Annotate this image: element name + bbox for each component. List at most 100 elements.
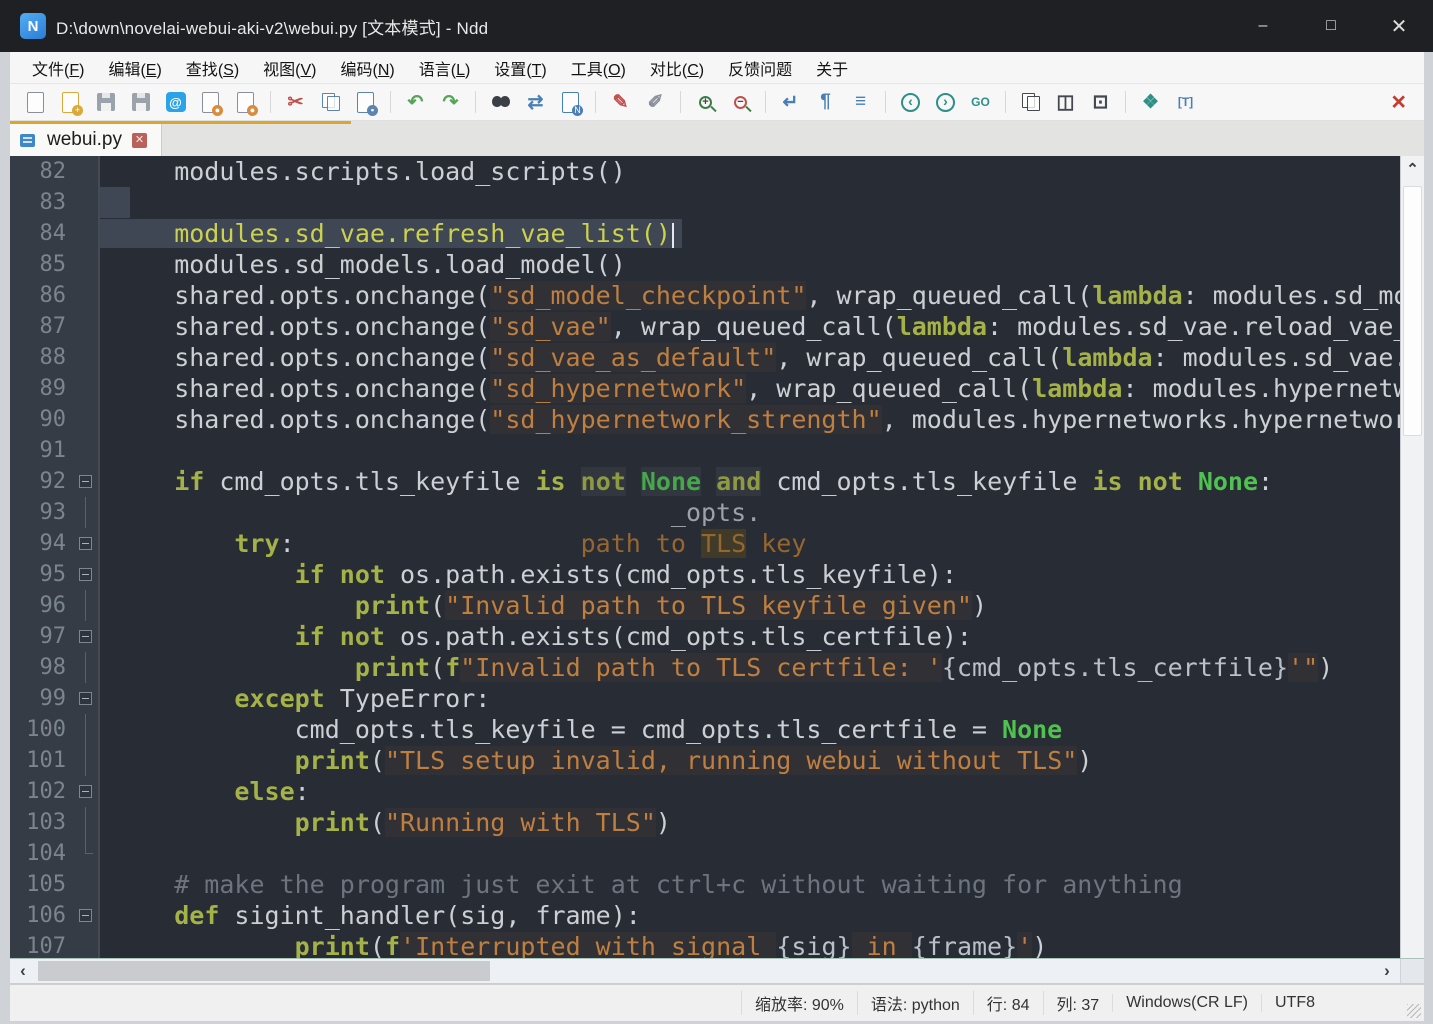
code-text[interactable]: modules.sd_models.load_model() [100, 249, 1400, 280]
edit-mode-icon[interactable]: @ [159, 88, 192, 116]
paste-icon[interactable]: ▪ [349, 88, 382, 116]
fold-toggle-icon[interactable] [74, 528, 100, 559]
scroll-up-arrow-icon[interactable]: ⌃ [1401, 156, 1424, 182]
code-text[interactable]: except TypeError: [100, 683, 1400, 714]
code-line-106[interactable]: 106 def sigint_handler(sig, frame): [10, 900, 1400, 931]
code-line-90[interactable]: 90 shared.opts.onchange("sd_hypernetwork… [10, 404, 1400, 435]
code-text[interactable]: shared.opts.onchange("sd_vae_as_default"… [100, 342, 1400, 373]
code-text[interactable]: if cmd_opts.tls_keyfile is not None and … [100, 466, 1400, 497]
code-text[interactable]: print(f"Invalid path to TLS certfile: '{… [100, 652, 1400, 683]
scroll-right-arrow-icon[interactable]: › [1374, 959, 1400, 983]
code-text[interactable]: modules.scripts.load_scripts() [100, 156, 1400, 187]
scroll-left-arrow-icon[interactable]: ‹ [10, 959, 36, 983]
horizontal-scrollbar[interactable]: ‹ › [10, 958, 1424, 984]
code-line-98[interactable]: 98 print(f"Invalid path to TLS certfile:… [10, 652, 1400, 683]
code-line-102[interactable]: 102 else: [10, 776, 1400, 807]
code-line-95[interactable]: 95 if not os.path.exists(cmd_opts.tls_ke… [10, 559, 1400, 590]
code-text[interactable]: print("Invalid path to TLS keyfile given… [100, 590, 1400, 621]
code-line-101[interactable]: 101 print("TLS setup invalid, running we… [10, 745, 1400, 776]
fold-toggle-icon[interactable] [74, 900, 100, 931]
code-text[interactable]: shared.opts.onchange("sd_hypernetwork", … [100, 373, 1400, 404]
menu-item-文件[interactable]: 文件(F) [20, 52, 96, 84]
code-line-103[interactable]: 103 print("Running with TLS") [10, 807, 1400, 838]
minimize-button[interactable]: – [1229, 0, 1297, 52]
tab-close-icon[interactable]: ✕ [132, 133, 147, 148]
code-line-104[interactable]: 104 [10, 838, 1400, 869]
code-text[interactable] [100, 838, 1400, 869]
zoom-in-icon[interactable]: + [689, 88, 722, 116]
close-document-icon[interactable]: × [1391, 88, 1406, 117]
code-text[interactable]: else: [100, 776, 1400, 807]
code-line-86[interactable]: 86 shared.opts.onchange("sd_model_checkp… [10, 280, 1400, 311]
code-line-96[interactable]: 96 print("Invalid path to TLS keyfile gi… [10, 590, 1400, 621]
horizontal-scroll-track[interactable] [36, 959, 1374, 983]
code-line-100[interactable]: 100 cmd_opts.tls_keyfile = cmd_opts.tls_… [10, 714, 1400, 745]
code-text[interactable] [100, 435, 1400, 466]
clear-marks-icon[interactable]: ✐ [639, 88, 672, 116]
fold-toggle-icon[interactable] [74, 466, 100, 497]
jump-prev-icon[interactable]: ‹ [894, 88, 927, 116]
code-text[interactable]: try: path to TLS key [100, 528, 1400, 559]
text-mode-icon[interactable]: [T] [1169, 88, 1202, 116]
find-icon[interactable] [484, 88, 517, 116]
find-in-files-icon[interactable]: N [554, 88, 587, 116]
word-wrap-icon[interactable]: ↵ [774, 88, 807, 116]
code-line-94[interactable]: 94 try: path to TLS key [10, 528, 1400, 559]
code-line-85[interactable]: 85 modules.sd_models.load_model() [10, 249, 1400, 280]
zoom-out-icon[interactable]: − [724, 88, 757, 116]
menu-item-语言[interactable]: 语言(L) [407, 52, 483, 84]
code-line-92[interactable]: 92 if cmd_opts.tls_keyfile is not None a… [10, 466, 1400, 497]
code-text[interactable]: if not os.path.exists(cmd_opts.tls_certf… [100, 621, 1400, 652]
code-line-84[interactable]: 84 modules.sd_vae.refresh_vae_list() [10, 218, 1400, 249]
code-line-83[interactable]: 83 [10, 187, 1400, 218]
code-text[interactable]: shared.opts.onchange("sd_vae", wrap_queu… [100, 311, 1400, 342]
fold-toggle-icon[interactable] [74, 559, 100, 590]
menu-item-反馈问题[interactable]: 反馈问题 [716, 52, 804, 84]
compare-vertical-icon[interactable]: ◫ [1049, 88, 1082, 116]
code-text[interactable]: print("Running with TLS") [100, 807, 1400, 838]
code-line-88[interactable]: 88 shared.opts.onchange("sd_vae_as_defau… [10, 342, 1400, 373]
code-text[interactable]: def sigint_handler(sig, frame): [100, 900, 1400, 931]
code-text[interactable]: _opts. [100, 497, 1400, 528]
horizontal-scroll-thumb[interactable] [38, 961, 490, 981]
fold-toggle-icon[interactable] [74, 776, 100, 807]
vertical-scroll-thumb[interactable] [1403, 186, 1422, 436]
code-text[interactable]: modules.sd_vae.refresh_vae_list() [100, 218, 1400, 249]
menu-item-编码[interactable]: 编码(N) [328, 52, 406, 84]
code-text[interactable]: shared.opts.onchange("sd_model_checkpoin… [100, 280, 1400, 311]
code-text[interactable]: shared.opts.onchange("sd_hypernetwork_st… [100, 404, 1400, 435]
plugin-icon[interactable]: ❖ [1134, 88, 1167, 116]
menu-item-视图[interactable]: 视图(V) [251, 52, 328, 84]
menu-item-工具[interactable]: 工具(O) [559, 52, 638, 84]
open-file-icon[interactable]: + [54, 88, 87, 116]
copy-icon[interactable] [314, 88, 347, 116]
code-line-91[interactable]: 91 [10, 435, 1400, 466]
replace-icon[interactable]: ⇄ [519, 88, 552, 116]
jump-next-icon[interactable]: › [929, 88, 962, 116]
code-text[interactable] [100, 187, 1400, 218]
code-line-89[interactable]: 89 shared.opts.onchange("sd_hypernetwork… [10, 373, 1400, 404]
code-line-97[interactable]: 97 if not os.path.exists(cmd_opts.tls_ce… [10, 621, 1400, 652]
menu-item-对比[interactable]: 对比(C) [638, 52, 716, 84]
code-text[interactable]: print(f'Interrupted with signal {sig} in… [100, 931, 1400, 958]
indent-guide-icon[interactable]: ≡ [844, 88, 877, 116]
save-file-icon[interactable] [89, 88, 122, 116]
code-text[interactable]: # make the program just exit at ctrl+c w… [100, 869, 1400, 900]
menu-item-设置[interactable]: 设置(T) [482, 52, 558, 84]
maximize-button[interactable]: □ [1297, 0, 1365, 52]
close-button[interactable]: ✕ [1365, 0, 1433, 52]
menu-item-关于[interactable]: 关于 [804, 52, 860, 84]
mark-icon[interactable]: ✎ [604, 88, 637, 116]
close-file-icon[interactable]: ● [194, 88, 227, 116]
new-file-icon[interactable] [19, 88, 52, 116]
compare-icon[interactable] [1014, 88, 1047, 116]
goto-icon[interactable]: GO [964, 88, 997, 116]
close-all-icon[interactable]: ● [229, 88, 262, 116]
tab-webui-py[interactable]: webui.py ✕ [10, 124, 162, 156]
code-line-105[interactable]: 105 # make the program just exit at ctrl… [10, 869, 1400, 900]
show-symbols-icon[interactable]: ¶ [809, 88, 842, 116]
code-line-93[interactable]: 93 _opts. [10, 497, 1400, 528]
save-all-icon[interactable] [124, 88, 157, 116]
menu-item-查找[interactable]: 查找(S) [174, 52, 251, 84]
fold-toggle-icon[interactable] [74, 683, 100, 714]
